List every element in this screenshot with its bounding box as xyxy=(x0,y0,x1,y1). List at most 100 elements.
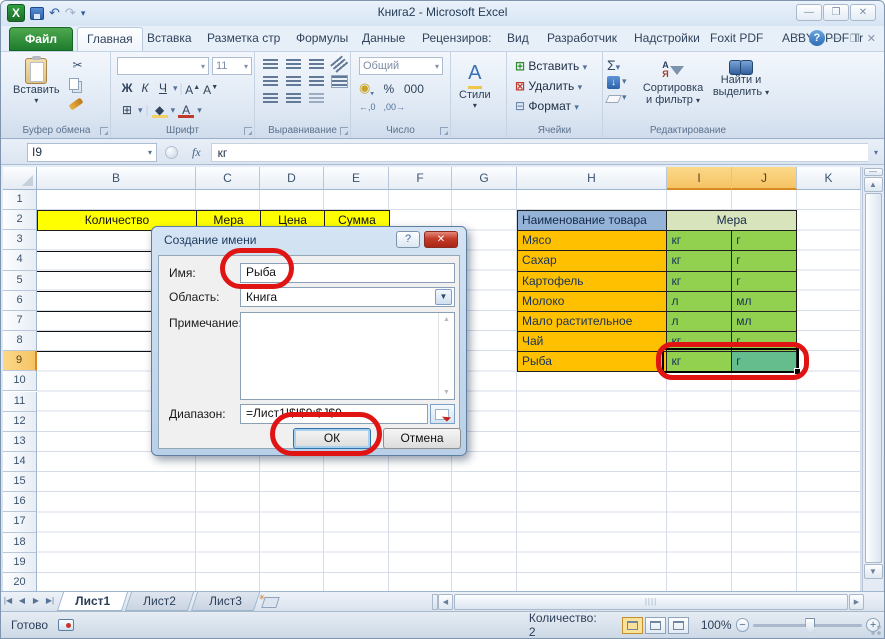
zoom-slider-handle[interactable] xyxy=(805,618,815,633)
number-format-select[interactable]: Общий▾ xyxy=(359,57,443,75)
first-sheet-icon[interactable]: |◀ xyxy=(1,592,15,611)
column-header-D[interactable]: D xyxy=(260,167,324,190)
row-header-14[interactable]: 14 xyxy=(3,452,37,472)
alignment-dialog-launcher-icon[interactable] xyxy=(340,127,348,135)
wrap-text-icon[interactable] xyxy=(309,93,324,104)
cell-H2-name-header[interactable]: Наименование товара xyxy=(518,211,667,231)
macro-record-icon[interactable] xyxy=(58,619,74,631)
autosum-button[interactable]: Σ▾ xyxy=(607,57,627,73)
tab-3[interactable]: Разметка стр xyxy=(198,27,289,51)
format-cells-button[interactable]: ⊟ Формат ▾ xyxy=(515,99,587,113)
clear-button[interactable]: ▾ xyxy=(607,92,627,103)
font-name-select[interactable]: ▾ xyxy=(117,57,209,75)
clipboard-dialog-launcher-icon[interactable] xyxy=(100,127,108,135)
cell-I4[interactable]: кг xyxy=(667,251,732,271)
column-header-H[interactable]: H xyxy=(517,167,667,190)
restore-button[interactable]: ❐ xyxy=(823,4,849,21)
insert-cells-button[interactable]: ⊞ Вставить ▾ xyxy=(515,59,587,73)
underline-button[interactable]: Ч xyxy=(155,80,171,96)
tab-8[interactable]: Разработчик xyxy=(538,27,626,51)
table-row[interactable]: Мясо кг г xyxy=(518,231,797,251)
shrink-font-button[interactable]: А▼ xyxy=(203,80,219,96)
align-middle-icon[interactable] xyxy=(286,59,301,70)
comment-scrollbar[interactable]: ▲▼ xyxy=(438,313,454,399)
column-header-I[interactable]: I xyxy=(667,167,732,190)
dialog-help-button[interactable]: ? xyxy=(396,231,420,248)
cell-H3[interactable]: Мясо xyxy=(518,231,667,251)
tab-6[interactable]: Рецензиров: xyxy=(413,27,500,51)
align-top-icon[interactable] xyxy=(263,59,278,70)
scroll-right-icon[interactable]: ▶ xyxy=(849,594,864,610)
column-header-K[interactable]: K xyxy=(797,167,861,190)
paste-button[interactable]: Вставить▾ xyxy=(13,58,60,105)
tab-5[interactable]: Данные xyxy=(353,27,414,51)
borders-button[interactable]: ⊞ xyxy=(119,102,135,118)
row-header-15[interactable]: 15 xyxy=(3,472,37,492)
expand-formula-bar-icon[interactable]: ▾ xyxy=(868,148,884,157)
italic-button[interactable]: К xyxy=(137,80,153,96)
resize-grip[interactable] xyxy=(870,624,882,636)
row-header-5[interactable]: 5 xyxy=(3,271,37,291)
formula-bar-collapse-icon[interactable] xyxy=(165,146,178,159)
cell-I7[interactable]: л xyxy=(667,312,732,332)
row-header-19[interactable]: 19 xyxy=(3,553,37,573)
cut-icon[interactable]: ✂ xyxy=(69,58,86,73)
format-painter-icon[interactable] xyxy=(69,98,84,111)
v-split-handle[interactable]: — xyxy=(864,168,883,176)
last-sheet-icon[interactable]: ▶| xyxy=(43,592,57,611)
cell-J7[interactable]: мл xyxy=(732,312,797,332)
normal-view-button[interactable] xyxy=(622,617,643,634)
sort-filter-button[interactable]: АЯ Сортировкаи фильтр ▾ xyxy=(637,58,709,107)
close-icon-small[interactable]: ✕ xyxy=(867,32,876,45)
tab-9[interactable]: Надстройки xyxy=(625,27,709,51)
table-row[interactable]: Картофель кг г xyxy=(518,272,797,292)
merge-center-icon[interactable] xyxy=(332,76,347,87)
fill-color-button[interactable]: ◆ xyxy=(152,102,168,118)
row-header-7[interactable]: 7 xyxy=(3,311,37,331)
tab-file[interactable]: Файл xyxy=(9,27,73,51)
tab-10[interactable]: Foxit PDF xyxy=(701,27,772,51)
minimize-button[interactable]: — xyxy=(796,4,822,21)
row-header-4[interactable]: 4 xyxy=(3,250,37,270)
increase-indent-icon[interactable] xyxy=(286,93,301,104)
cell-H7[interactable]: Мало растительное xyxy=(518,312,667,332)
cell-H4[interactable]: Сахар xyxy=(518,251,667,271)
styles-button[interactable]: А Стили▾ xyxy=(459,60,491,110)
scope-combobox[interactable]: Книга ▼ xyxy=(240,287,455,307)
next-sheet-icon[interactable]: ▶ xyxy=(29,592,43,611)
align-right-icon[interactable] xyxy=(309,76,324,87)
row-header-11[interactable]: 11 xyxy=(3,392,37,412)
delete-cells-button[interactable]: ⊠ Удалить ▾ xyxy=(515,79,587,93)
row-header-20[interactable]: 20 xyxy=(3,573,37,593)
borders-dropdown-icon[interactable]: ▾ xyxy=(138,105,143,116)
sheet-tab-list2[interactable]: Лист2 xyxy=(125,592,194,611)
page-layout-view-button[interactable] xyxy=(645,617,666,634)
comma-style-button[interactable]: 000 xyxy=(404,81,424,97)
row-header-8[interactable]: 8 xyxy=(3,331,37,351)
tab-7[interactable]: Вид xyxy=(498,27,538,51)
range-selector-icon[interactable] xyxy=(430,404,455,424)
restore-icon-small[interactable]: ❐ xyxy=(850,32,860,45)
vertical-scrollbar[interactable]: — ▲ ▼ xyxy=(862,167,883,593)
increase-decimal-icon[interactable]: ←,0 xyxy=(359,102,376,112)
decrease-decimal-icon[interactable]: ,00→ xyxy=(384,102,406,112)
table-row[interactable]: Мало растительное л мл xyxy=(518,312,797,332)
column-header-C[interactable]: C xyxy=(196,167,260,190)
percent-style-button[interactable]: % xyxy=(381,81,397,97)
row-header-6[interactable]: 6 xyxy=(3,291,37,311)
number-dialog-launcher-icon[interactable] xyxy=(440,127,448,135)
column-header-F[interactable]: F xyxy=(389,167,452,190)
row-header-9[interactable]: 9 xyxy=(3,351,37,371)
sheet-tab-list3[interactable]: Лист3 xyxy=(191,592,260,611)
cell-H6[interactable]: Молоко xyxy=(518,292,667,312)
cell-H5[interactable]: Картофель xyxy=(518,272,667,292)
column-header-J[interactable]: J xyxy=(732,167,797,190)
row-header-2[interactable]: 2 xyxy=(3,210,37,230)
formula-input[interactable]: кг xyxy=(211,143,868,162)
font-color-dropdown-icon[interactable]: ▾ xyxy=(197,105,202,116)
cell-J3[interactable]: г xyxy=(732,231,797,251)
cell-I6[interactable]: л xyxy=(667,292,732,312)
row-header-1[interactable]: 1 xyxy=(3,190,37,210)
scroll-left-icon[interactable]: ◀ xyxy=(438,594,453,610)
close-button[interactable]: ✕ xyxy=(850,4,876,21)
